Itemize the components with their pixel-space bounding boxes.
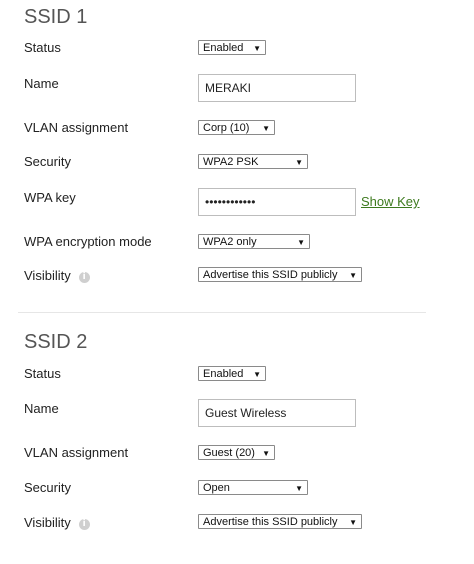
- section-divider: [18, 312, 426, 313]
- chevron-down-icon: ▼: [297, 238, 305, 247]
- ssid1-status-value: Enabled: [203, 42, 244, 54]
- ssid1-title: SSID 1: [24, 6, 88, 28]
- ssid2-visibility-label-text: Visibility: [24, 515, 71, 530]
- ssid2-vlan-value: Guest (20): [203, 447, 255, 459]
- ssid1-security-value: WPA2 PSK: [203, 156, 259, 168]
- ssid1-wpa-key-input[interactable]: ••••••••••••: [198, 188, 356, 216]
- chevron-down-icon: ▼: [295, 158, 303, 167]
- ssid1-security-label: Security: [24, 154, 71, 169]
- chevron-down-icon: ▼: [262, 449, 270, 458]
- ssid1-name-input[interactable]: MERAKI: [198, 74, 356, 102]
- ssid2-visibility-select[interactable]: Advertise this SSID publicly ▼: [198, 514, 362, 529]
- ssid1-wpa-mode-select[interactable]: WPA2 only ▼: [198, 234, 310, 249]
- ssid1-status-select[interactable]: Enabled ▼: [198, 40, 266, 55]
- ssid2-title: SSID 2: [24, 331, 88, 353]
- ssid1-vlan-select[interactable]: Corp (10) ▼: [198, 120, 275, 135]
- ssid2-security-select[interactable]: Open ▼: [198, 480, 308, 495]
- chevron-down-icon: ▼: [262, 124, 270, 133]
- ssid2-name-input[interactable]: Guest Wireless: [198, 399, 356, 427]
- ssid2-name-label: Name: [24, 401, 59, 416]
- ssid2-status-select[interactable]: Enabled ▼: [198, 366, 266, 381]
- ssid1-visibility-label: Visibility i: [24, 268, 90, 283]
- ssid2-vlan-select[interactable]: Guest (20) ▼: [198, 445, 275, 460]
- chevron-down-icon: ▼: [349, 271, 357, 280]
- ssid1-wpa-key-label: WPA key: [24, 190, 76, 205]
- ssid1-name-label: Name: [24, 76, 59, 91]
- ssid2-security-label: Security: [24, 480, 71, 495]
- ssid2-security-value: Open: [203, 482, 230, 494]
- ssid2-visibility-label: Visibility i: [24, 515, 90, 530]
- ssid1-vlan-value: Corp (10): [203, 122, 250, 134]
- ssid1-security-select[interactable]: WPA2 PSK ▼: [198, 154, 308, 169]
- ssid1-vlan-label: VLAN assignment: [24, 120, 129, 135]
- ssid1-visibility-label-text: Visibility: [24, 268, 71, 283]
- ssid2-status-label: Status: [24, 366, 61, 381]
- chevron-down-icon: ▼: [349, 518, 357, 527]
- show-key-link[interactable]: Show Key: [361, 194, 420, 209]
- ssid1-wpa-mode-value: WPA2 only: [203, 236, 257, 248]
- chevron-down-icon: ▼: [253, 370, 261, 379]
- info-icon[interactable]: i: [78, 519, 90, 530]
- ssid1-wpa-mode-label: WPA encryption mode: [24, 234, 152, 249]
- chevron-down-icon: ▼: [253, 44, 261, 53]
- ssid2-vlan-label: VLAN assignment: [24, 445, 129, 460]
- ssid1-visibility-value: Advertise this SSID publicly: [203, 269, 338, 281]
- ssid1-visibility-select[interactable]: Advertise this SSID publicly ▼: [198, 267, 362, 282]
- chevron-down-icon: ▼: [295, 484, 303, 493]
- ssid2-visibility-value: Advertise this SSID publicly: [203, 516, 338, 528]
- ssid2-status-value: Enabled: [203, 368, 244, 380]
- info-icon[interactable]: i: [78, 272, 90, 283]
- ssid1-status-label: Status: [24, 40, 61, 55]
